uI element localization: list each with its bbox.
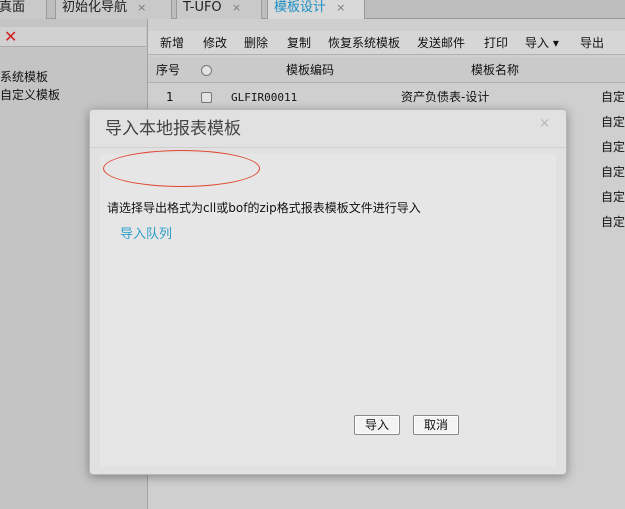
select-all-checkbox[interactable]	[201, 65, 212, 76]
tab-label: 模板设计	[274, 0, 327, 15]
annotation-highlight-oval	[103, 150, 260, 187]
dialog-title: 导入本地报表模板	[105, 119, 241, 139]
export-button[interactable]: 导出	[580, 31, 604, 55]
dialog-close-icon[interactable]: ×	[539, 116, 550, 132]
toolbar: 新增 修改 删除 复制 恢复系统模板 发送邮件 打印 导入 ▾ 导出	[148, 31, 625, 55]
edit-button[interactable]: 修改	[203, 31, 227, 55]
table-row[interactable]: 1 GLFIR00011 资产负债表-设计 自定	[148, 85, 625, 110]
row-checkbox[interactable]	[201, 92, 212, 103]
row-name: 资产负债表-设计	[401, 90, 490, 104]
delete-button[interactable]: 删除	[244, 31, 268, 55]
tree-item-system-templates[interactable]: 系统模板	[0, 69, 48, 85]
import-button[interactable]: 导入	[354, 415, 400, 435]
import-dropdown-button[interactable]: 导入 ▾	[525, 31, 559, 55]
tab-label: 初始化导航	[62, 0, 128, 15]
tab-close-icon[interactable]: ×	[232, 1, 241, 14]
import-queue-link[interactable]: 导入队列	[120, 227, 172, 243]
send-mail-button[interactable]: 发送邮件	[417, 31, 465, 55]
row-type: 自定	[601, 115, 625, 129]
copy-button[interactable]: 复制	[287, 31, 311, 55]
close-icon[interactable]: ✕	[4, 27, 17, 47]
tab-label: 真面	[0, 0, 26, 15]
tree-item-custom-templates[interactable]: 自定义模板	[0, 87, 60, 103]
tab-close-icon[interactable]: ×	[336, 1, 345, 14]
row-type: 自定	[601, 215, 625, 229]
import-instruction-text: 请选择导出格式为cll或bof的zip格式报表模板文件进行导入	[107, 201, 421, 215]
tab-bar: 真面 初始化导航 × T-UFO × 模板设计 ×	[0, 0, 625, 19]
grid-header: 序号 模板编码 模板名称	[148, 57, 625, 83]
column-header-index[interactable]: 序号	[156, 57, 180, 83]
import-template-dialog: 导入本地报表模板 × 请选择导出格式为cll或bof的zip格式报表模板文件进行…	[89, 109, 567, 475]
column-header-name[interactable]: 模板名称	[471, 57, 519, 83]
tree-header: ✕	[0, 27, 146, 47]
row-type: 自定	[601, 90, 625, 104]
row-type: 自定	[601, 140, 625, 154]
row-code: GLFIR00011	[231, 91, 298, 104]
tab-desktop[interactable]: 真面	[0, 0, 47, 19]
tab-close-icon[interactable]: ×	[137, 1, 146, 14]
row-type: 自定	[601, 190, 625, 204]
print-button[interactable]: 打印	[484, 31, 508, 55]
column-header-code[interactable]: 模板编码	[286, 57, 334, 83]
new-button[interactable]: 新增	[160, 31, 184, 55]
tab-template-design[interactable]: 模板设计 ×	[267, 0, 365, 19]
cancel-button[interactable]: 取消	[413, 415, 459, 435]
restore-system-template-button[interactable]: 恢复系统模板	[328, 31, 400, 55]
dialog-divider	[90, 147, 566, 148]
tab-label: T-UFO	[183, 0, 222, 15]
tab-t-ufo[interactable]: T-UFO ×	[176, 0, 262, 19]
row-type: 自定	[601, 165, 625, 179]
row-index: 1	[166, 90, 174, 104]
tab-init-nav[interactable]: 初始化导航 ×	[55, 0, 172, 19]
